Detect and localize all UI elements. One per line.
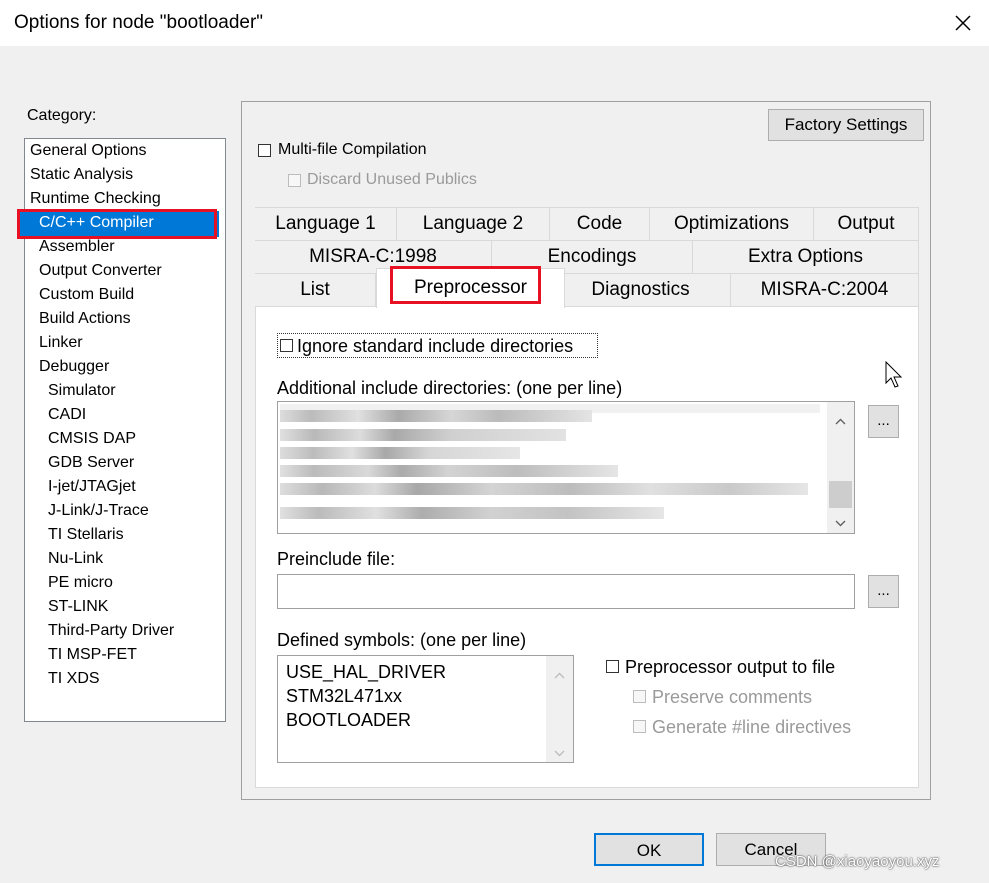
defined-symbols-textarea[interactable]: USE_HAL_DRIVER STM32L471xx BOOTLOADER	[277, 655, 574, 763]
category-item[interactable]: Build Actions	[39, 310, 131, 328]
category-item[interactable]: Runtime Checking	[30, 190, 161, 208]
scroll-down-arrow-icon[interactable]	[835, 514, 846, 531]
preserve-comments-label: Preserve comments	[652, 687, 813, 707]
scroll-up-arrow-icon[interactable]	[835, 412, 846, 429]
category-item[interactable]: Output Converter	[39, 262, 162, 280]
category-item[interactable]: Nu-Link	[48, 550, 103, 568]
category-item[interactable]: GDB Server	[48, 454, 134, 472]
tab-language-1[interactable]: Language 1	[255, 207, 397, 240]
tab-misra-c-2004[interactable]: MISRA-C:2004	[731, 273, 919, 306]
category-item[interactable]: I-jet/JTAGjet	[48, 478, 136, 496]
preinclude-browse-button[interactable]: ...	[868, 575, 899, 608]
ok-button[interactable]: OK	[594, 833, 704, 866]
scroll-up-arrow-icon[interactable]	[554, 666, 565, 683]
factory-settings-button[interactable]: Factory Settings	[768, 109, 924, 141]
preinclude-label: Preinclude file:	[277, 549, 396, 569]
pp-output-label: Preprocessor output to file	[625, 657, 836, 677]
category-item[interactable]: Third-Party Driver	[48, 622, 174, 640]
category-label: Category:	[27, 107, 97, 124]
pp-output-checkbox[interactable]	[606, 660, 619, 673]
symbol-line: USE_HAL_DRIVER	[286, 662, 447, 682]
category-item[interactable]: Assembler	[39, 238, 115, 256]
tab-optimizations[interactable]: Optimizations	[650, 207, 814, 240]
mouse-cursor-icon	[885, 360, 905, 393]
tab-language-2[interactable]: Language 2	[397, 207, 550, 240]
scroll-down-arrow-icon[interactable]	[554, 744, 565, 761]
preserve-comments-checkbox[interactable]	[633, 690, 646, 703]
include-dirs-textarea[interactable]	[277, 401, 855, 534]
category-item[interactable]: CADI	[48, 406, 86, 424]
ignore-std-include-label: Ignore standard include directories	[297, 336, 574, 356]
category-item[interactable]: ST-LINK	[48, 598, 108, 616]
highlight-box-category	[17, 209, 217, 239]
close-icon[interactable]	[950, 10, 976, 36]
preinclude-input[interactable]	[277, 574, 855, 609]
category-item[interactable]: TI Stellaris	[48, 526, 124, 544]
discard-unused-label: Discard Unused Publics	[307, 171, 477, 188]
category-item[interactable]: J-Link/J-Trace	[48, 502, 149, 520]
scroll-thumb[interactable]	[829, 481, 852, 508]
tab-list[interactable]: List	[255, 273, 376, 306]
category-item[interactable]: General Options	[30, 142, 147, 160]
multi-file-label: Multi-file Compilation	[278, 141, 427, 158]
category-item[interactable]: CMSIS DAP	[48, 430, 136, 448]
window-title: Options for node "bootloader"	[14, 12, 264, 33]
category-item[interactable]: Debugger	[39, 358, 109, 376]
category-item[interactable]: Static Analysis	[30, 166, 133, 184]
tab-extra-options[interactable]: Extra Options	[693, 240, 919, 273]
category-item[interactable]: Linker	[39, 334, 83, 352]
tab-output[interactable]: Output	[814, 207, 919, 240]
include-dirs-label: Additional include directories: (one per…	[277, 378, 623, 398]
include-dirs-scrollbar[interactable]	[827, 402, 854, 533]
watermark: CSDN @xiaoyaoyou.xyz	[775, 853, 940, 870]
category-item[interactable]: Custom Build	[39, 286, 134, 304]
category-item[interactable]: TI XDS	[48, 670, 100, 688]
defined-symbols-label: Defined symbols: (one per line)	[277, 630, 527, 650]
defined-symbols-scrollbar[interactable]	[546, 656, 573, 762]
symbol-line: STM32L471xx	[286, 686, 403, 706]
category-item[interactable]: TI MSP-FET	[48, 646, 137, 664]
highlight-box-preprocessor	[390, 266, 541, 304]
tab-diagnostics[interactable]: Diagnostics	[551, 273, 731, 306]
gen-line-label: Generate #line directives	[652, 717, 852, 737]
ignore-std-include-checkbox[interactable]	[280, 339, 293, 352]
multi-file-checkbox[interactable]	[258, 144, 271, 157]
category-item[interactable]: Simulator	[48, 382, 116, 400]
gen-line-checkbox[interactable]	[633, 720, 646, 733]
tab-code[interactable]: Code	[550, 207, 650, 240]
include-dirs-browse-button[interactable]: ...	[868, 405, 899, 438]
symbol-line: BOOTLOADER	[286, 710, 412, 730]
discard-unused-checkbox[interactable]	[288, 174, 301, 187]
category-item[interactable]: PE micro	[48, 574, 113, 592]
